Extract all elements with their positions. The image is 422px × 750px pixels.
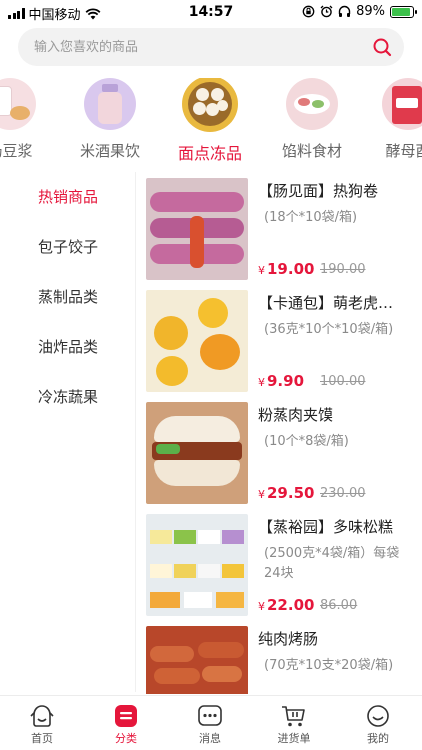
meat-bun-image	[146, 402, 248, 504]
status-right: 89%	[302, 4, 417, 19]
tiger-bun-image	[146, 290, 248, 392]
category-label: 馅料食材	[281, 142, 342, 160]
category-strip[interactable]: 奶豆浆 米酒果饮 面点冻品 馅料食材 酵母酉	[0, 78, 422, 170]
category-item-filling[interactable]: 馅料食材	[264, 78, 360, 161]
category-icon	[115, 705, 137, 727]
battery-percent: 89%	[356, 4, 385, 19]
product-spec: (70克*10支*20袋/箱)	[264, 658, 394, 673]
product-spec: (10个*8袋/箱)	[264, 434, 349, 449]
product-name: 【蒸裕园】多味松糕	[258, 518, 394, 536]
search-input[interactable]	[34, 28, 364, 66]
profile-icon	[367, 705, 389, 727]
tab-label: 消息	[199, 732, 221, 745]
rice-wine-image	[84, 78, 136, 130]
product-price: ¥22.00	[258, 596, 315, 614]
product-price: ¥29.50	[258, 484, 315, 502]
tab-label: 分类	[115, 732, 137, 745]
side-item-frozen-produce[interactable]: 冷冻蔬果	[0, 372, 135, 422]
sponge-cake-image	[146, 514, 248, 616]
tab-bar: 首页 分类 消息 进货单 我的	[0, 695, 422, 750]
product-name: 【卡通包】萌老虎…	[258, 294, 394, 312]
steamed-buns-image	[182, 78, 238, 132]
tab-label: 首页	[31, 732, 53, 745]
hot-dog-roll-image	[146, 178, 248, 280]
product-old-price: 86.00	[320, 598, 358, 613]
tab-label: 进货单	[277, 732, 311, 745]
side-item-hot-sale[interactable]: 热销商品	[0, 172, 135, 222]
side-item-steamed[interactable]: 蒸制品类	[0, 272, 135, 322]
tab-profile[interactable]: 我的	[336, 696, 420, 750]
category-label: 奶豆浆	[0, 142, 33, 160]
product-name: 粉蒸肉夹馍	[258, 406, 334, 424]
category-item-rice-wine[interactable]: 米酒果饮	[62, 78, 158, 161]
product-list[interactable]: 【肠见面】热狗卷 (18个*10袋/箱) ¥19.00 190.00 【卡通包】…	[146, 172, 422, 694]
category-label: 米酒果饮	[79, 142, 140, 160]
tab-category[interactable]: 分类	[84, 696, 168, 750]
category-label: 面点冻品	[177, 144, 242, 163]
product-item[interactable]: 粉蒸肉夹馍 (10个*8袋/箱) ¥29.50 230.00	[146, 396, 422, 508]
side-item-buns-dumplings[interactable]: 包子饺子	[0, 222, 135, 272]
rotation-lock-icon	[302, 5, 315, 18]
product-item[interactable]: 【肠见面】热狗卷 (18个*10袋/箱) ¥19.00 190.00	[146, 172, 422, 284]
category-label: 酵母酉	[385, 142, 422, 160]
tab-home[interactable]: 首页	[0, 696, 84, 750]
product-spec: (36克*10个*10袋/箱)	[264, 322, 394, 337]
product-old-price: 100.00	[320, 374, 366, 389]
side-nav: 热销商品 包子饺子 蒸制品类 油炸品类 冷冻蔬果	[0, 172, 136, 692]
yeast-image	[382, 78, 422, 130]
status-bar: 中国移动 14:57 89%	[0, 0, 422, 24]
battery-icon	[390, 5, 417, 18]
filling-ingredients-image	[286, 78, 338, 130]
tab-label: 我的	[367, 732, 389, 745]
product-item[interactable]: 【蒸裕园】多味松糕 (2500克*4袋/箱）每袋24块 ¥22.00 86.00	[146, 508, 422, 620]
tab-messages[interactable]: 消息	[168, 696, 252, 750]
product-old-price: 230.00	[320, 486, 366, 501]
product-spec: (2500克*4袋/箱）每袋24块	[264, 546, 400, 581]
product-item[interactable]: 纯肉烤肠 (70克*10支*20袋/箱)	[146, 620, 422, 694]
soy-milk-image	[0, 78, 36, 130]
headphones-icon	[338, 5, 351, 17]
alarm-icon	[320, 5, 333, 18]
product-price: ¥9.90	[258, 372, 305, 390]
home-icon	[30, 705, 54, 727]
product-price: ¥19.00	[258, 260, 315, 278]
search-bar[interactable]	[18, 28, 404, 66]
product-item[interactable]: 【卡通包】萌老虎… (36克*10个*10袋/箱) ¥9.90 100.00	[146, 284, 422, 396]
product-spec: (18个*10袋/箱)	[264, 210, 358, 225]
tab-purchase-list[interactable]: 进货单	[252, 696, 336, 750]
category-item-soy-milk[interactable]: 奶豆浆	[0, 78, 58, 161]
product-old-price: 190.00	[320, 262, 366, 277]
message-icon	[198, 705, 222, 726]
search-icon[interactable]	[372, 37, 392, 57]
side-item-fried[interactable]: 油炸品类	[0, 322, 135, 372]
sausage-image	[146, 626, 248, 694]
product-name: 纯肉烤肠	[258, 630, 319, 648]
product-name: 【肠见面】热狗卷	[258, 182, 379, 200]
category-item-yeast[interactable]: 酵母酉	[360, 78, 422, 161]
cart-icon	[282, 706, 305, 727]
category-item-steamed-buns[interactable]: 面点冻品	[162, 78, 258, 164]
